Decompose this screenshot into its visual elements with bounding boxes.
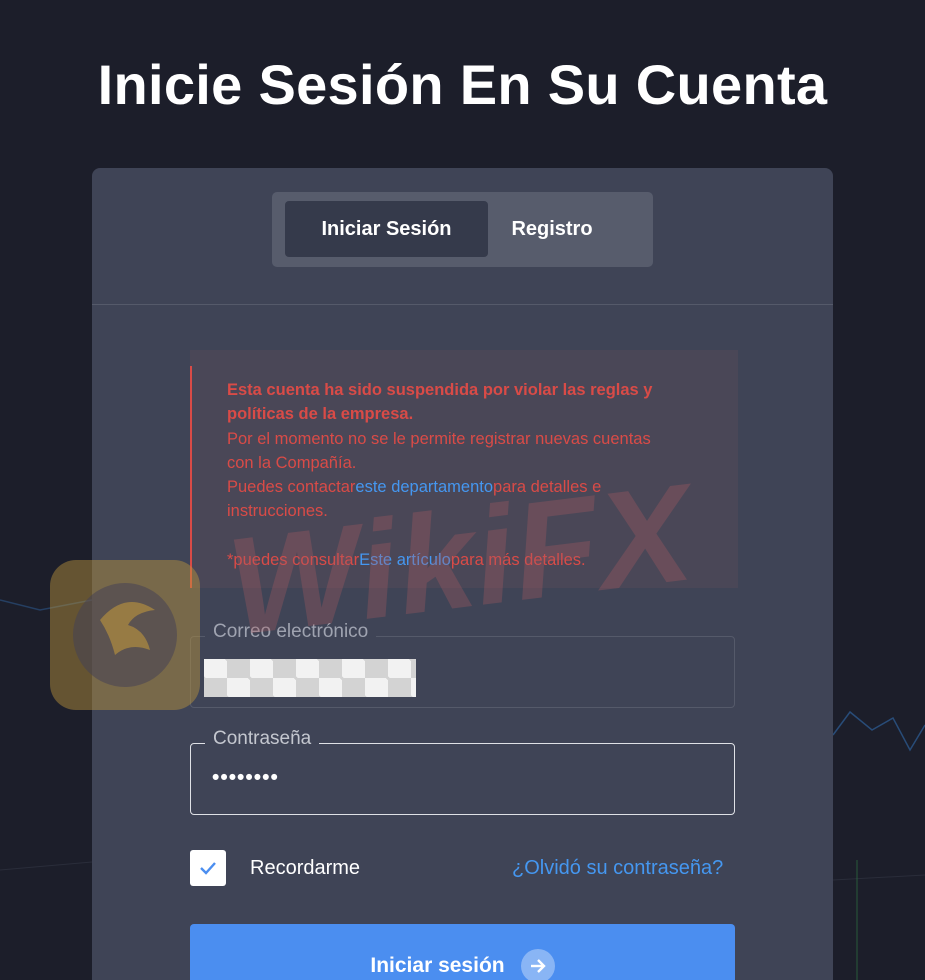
- alert-line-3: Por el momento no se le permite registra…: [227, 429, 651, 448]
- password-value: ••••••••: [212, 766, 279, 789]
- login-submit-button[interactable]: Iniciar sesión: [190, 924, 735, 980]
- alert-line-7: *puedes consultarEste artículopara más d…: [227, 548, 717, 572]
- contact-department-link[interactable]: este departamento: [355, 478, 493, 496]
- tab-login[interactable]: Iniciar Sesión: [285, 201, 488, 257]
- alert-line-7-suffix: para más detalles.: [450, 551, 586, 570]
- login-submit-label: Iniciar sesión: [370, 954, 505, 977]
- auth-tabs: Iniciar Sesión Registro: [272, 192, 653, 267]
- arrow-right-icon: [520, 949, 555, 980]
- card-divider: [92, 304, 833, 305]
- email-field[interactable]: Correo electrónico: [190, 621, 735, 708]
- alert-message: Esta cuenta ha sido suspendida por viola…: [227, 378, 717, 572]
- alert-line-6: instrucciones.: [227, 502, 328, 521]
- alert-accent-bar: [190, 366, 192, 588]
- alert-line-5-suffix: para detalles e: [493, 478, 602, 497]
- alert-line-5: Puedes contactareste departamentopara de…: [227, 475, 717, 499]
- forgot-password-link[interactable]: ¿Olvidó su contraseña?: [512, 857, 723, 880]
- alert-spacer: [227, 524, 717, 548]
- password-field[interactable]: Contraseña ••••••••: [190, 728, 735, 815]
- remember-checkbox[interactable]: [190, 850, 226, 886]
- remember-label: Recordarme: [250, 857, 361, 879]
- password-label: Contraseña: [205, 728, 320, 750]
- alert-line-5-prefix: Puedes contactar: [227, 478, 356, 497]
- email-label: Correo electrónico: [205, 621, 377, 643]
- email-redacted-value: [204, 659, 416, 697]
- alert-line-7-prefix: *puedes consultar: [227, 551, 360, 570]
- alert-line-1: Esta cuenta ha sido suspendida por viola…: [227, 381, 653, 399]
- login-card: Iniciar Sesión Registro Esta cuenta ha s…: [92, 168, 833, 980]
- checkmark-icon: [200, 862, 216, 875]
- alert-line-4: con la Compañía.: [227, 453, 357, 472]
- suspension-alert: Esta cuenta ha sido suspendida por viola…: [190, 350, 738, 588]
- page-title: Inicie Sesión En Su Cuenta: [97, 53, 828, 116]
- tab-register[interactable]: Registro: [462, 201, 642, 257]
- alert-line-2: políticas de la empresa.: [227, 405, 414, 424]
- article-link[interactable]: Este artículo: [359, 551, 451, 569]
